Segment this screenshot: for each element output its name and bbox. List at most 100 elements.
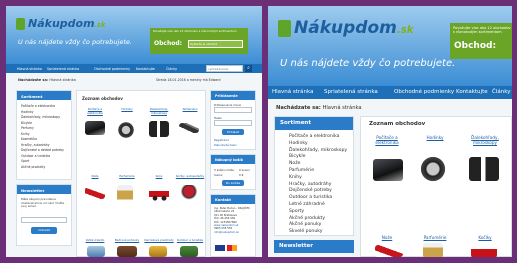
nav-contact[interactable]: Kontaktujte	[456, 89, 488, 95]
product-link[interactable]: Koče	[144, 174, 174, 178]
product-link[interactable]: Kočíky	[461, 235, 509, 240]
product-link[interactable]: Nože	[365, 235, 409, 240]
nav-terms[interactable]: Obchodné podmienky	[394, 89, 454, 95]
sofa-image[interactable]	[117, 246, 137, 257]
product-link[interactable]: Parfumérie	[413, 235, 457, 240]
login-button[interactable]: Prihlásiť	[222, 129, 244, 135]
login-title: Prihlásenie	[211, 91, 255, 100]
product-link[interactable]: Hodinky	[413, 135, 457, 140]
product-link[interactable]: Darčekové predmety	[144, 238, 174, 242]
product-link[interactable]: Ďalekohľady, mikroskopy	[144, 107, 174, 115]
breadcrumb-current[interactable]: Hlavná stránka	[49, 78, 75, 82]
date-text: Streda 18.01.2016 a meniny má Edward	[156, 78, 221, 82]
product-link[interactable]: Nožiarstvo	[175, 107, 205, 111]
product-link[interactable]: Kočíky, autosedačky	[175, 174, 205, 178]
sortiment-box: Sortiment Počítače a elektronika Hodinky…	[16, 90, 72, 180]
newsletter-title: Newsletter	[17, 185, 71, 194]
watch-image[interactable]	[117, 121, 135, 139]
contact-email[interactable]: info@nakupdom.sk	[214, 231, 254, 234]
cart-sum-label: Suma:	[214, 173, 223, 177]
sortiment-list: Počítače a elektronika Hodinky Ďalekohľa…	[289, 134, 347, 236]
main-content: Zoznam obchodov Počítače a elektronika H…	[76, 90, 206, 257]
nav-articles[interactable]: Články	[492, 89, 510, 95]
sortiment-title: Sortiment	[17, 91, 71, 100]
cart-items-label: V košíku máte:	[214, 168, 235, 172]
sortiment-item[interactable]: Ďalekohľady, mikroskopy	[21, 115, 64, 121]
product-link[interactable]: Počítače a elektronika	[365, 135, 409, 145]
site-logo[interactable]: Nákupdom.sk	[28, 17, 105, 30]
product-link[interactable]: Veľké zrkadlo	[80, 238, 110, 242]
knife-image[interactable]	[179, 123, 199, 133]
contact-title: Kontakt	[211, 195, 255, 204]
login-box: Prihlásenie Prihlasovacie meno Heslo Pri…	[210, 90, 256, 150]
sortiment-item[interactable]: Nože	[289, 161, 347, 168]
binoculars-image[interactable]	[149, 121, 169, 137]
breadcrumb: Nachádzate sa: Hlavná stránka	[18, 78, 76, 82]
nav-articles[interactable]: Články	[166, 67, 177, 71]
sortiment-item[interactable]: Parfumérie	[289, 168, 347, 175]
laptop-image[interactable]	[373, 159, 403, 181]
nav-home[interactable]: Hlavná stránka	[272, 89, 314, 95]
laptop-image[interactable]	[85, 121, 105, 135]
breadcrumb: Nachádzate sa: Hlavná stránka	[276, 105, 362, 111]
nav-terms[interactable]: Obchodné podmienky	[94, 67, 130, 71]
login-name-input[interactable]	[214, 107, 252, 113]
sortiment-item[interactable]: Hodinky	[289, 141, 347, 148]
gift-image[interactable]	[149, 246, 167, 257]
main-nav: Hlavná stránka Spriatelená stránka Obcho…	[6, 64, 262, 73]
swiss-knife-image[interactable]	[375, 245, 403, 257]
promo-text: Považujte viac ako 12 obchodov s rôznoro…	[453, 26, 511, 35]
product-link[interactable]: Nože	[80, 174, 110, 178]
product-link[interactable]: Počítače a elektronika	[80, 107, 110, 115]
contact-address: Ing. Peter Bučan - KRAJÍČEK Vlkolínskeho…	[214, 207, 254, 234]
breadcrumb-current[interactable]: Hlavná stránka	[322, 105, 361, 111]
search-icon[interactable]: ⌕	[245, 65, 252, 72]
search-input[interactable]: vyhľadávanie	[206, 65, 243, 72]
visa-card-icon	[215, 245, 225, 251]
newsletter-submit-button[interactable]: Odoslať	[31, 227, 57, 234]
sortiment-item[interactable]: Počítače a elektronika	[289, 134, 347, 141]
promo-box: Považujte viac ako 12 obchodov s rôznoro…	[150, 28, 248, 54]
product-link[interactable]: Hodinky	[112, 107, 142, 111]
watch-image[interactable]	[419, 155, 447, 183]
nav-partner[interactable]: Spriatelená stránka	[47, 67, 79, 71]
cart-sum-value: 0 €	[239, 173, 244, 177]
cart-button[interactable]: Do košíka	[222, 180, 244, 186]
newsletter-email-input[interactable]	[21, 217, 67, 223]
product-link[interactable]: Bedrové pohovky	[112, 238, 142, 242]
product-link[interactable]: Ďalekohľady, mikroskopy	[461, 135, 509, 145]
promo-box: Považujte viac ako 12 obchodov s rôznoro…	[450, 23, 512, 59]
outdoor-image[interactable]	[180, 246, 198, 257]
login-pass-input[interactable]	[214, 120, 252, 126]
product-link[interactable]: Outdoor a turistika	[175, 238, 205, 242]
car-seat-image[interactable]	[179, 185, 199, 201]
newsletter-box: Newsletter Máte záujem pravidelne dostáv…	[16, 184, 72, 246]
forgot-password-link[interactable]: Zabudnuté heslo	[214, 143, 237, 147]
sortiment-item[interactable]: Dojčenské a detské potreby	[21, 148, 64, 154]
sortiment-item[interactable]: Letné záhradné	[289, 202, 347, 209]
perfume-image[interactable]	[117, 185, 133, 203]
obchod-select[interactable]: Vyberte si obchod	[188, 40, 243, 48]
swiss-knife-image[interactable]	[85, 187, 105, 199]
site-logo[interactable]: Nákupdom.sk	[294, 18, 414, 38]
sortiment-item[interactable]: Skvelé ponuky	[289, 229, 347, 236]
nav-home[interactable]: Hlavná stránka	[17, 67, 42, 71]
nav-partner[interactable]: Spriatelená stránka	[324, 89, 378, 95]
nav-contact[interactable]: Kontaktujte	[136, 67, 155, 71]
sortiment-title: Sortiment	[275, 117, 353, 130]
sortiment-item[interactable]: Knihy	[289, 175, 347, 182]
newsletter-text: Máte záujem pravidelne dostávať akcie od…	[21, 197, 65, 209]
product-link[interactable]: Parfumérie	[112, 174, 142, 178]
sortiment-item[interactable]: Akčné produkty	[21, 165, 64, 171]
sortiment-item[interactable]: Sporty	[289, 209, 347, 216]
main-title: Zoznam obchodov	[369, 121, 426, 127]
perfume-image[interactable]	[423, 243, 443, 257]
sortiment-item[interactable]: Outdoor a turistika	[289, 195, 347, 202]
binoculars-image[interactable]	[469, 157, 499, 181]
toy-car-image[interactable]	[149, 187, 169, 201]
register-link[interactable]: Registrácia	[214, 138, 229, 142]
shopping-bag-icon	[16, 18, 25, 30]
toy-car-image[interactable]	[471, 245, 497, 257]
mirror-image[interactable]	[87, 246, 105, 257]
sortiment-box: Sortiment Počítače a elektronika Hodinky…	[274, 116, 354, 236]
